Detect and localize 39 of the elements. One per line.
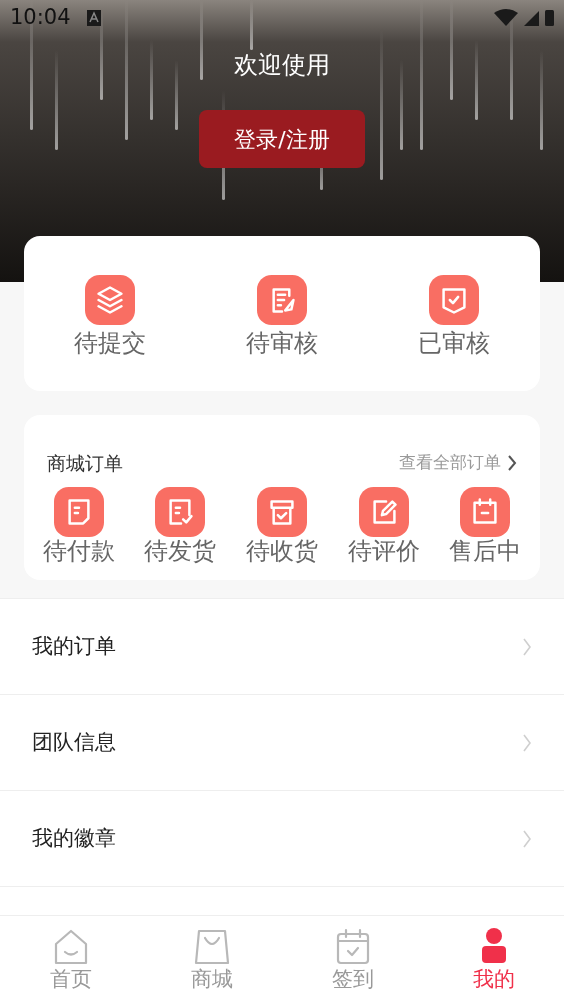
order-status-label[interactable]: 待发货 (144, 536, 217, 566)
menu-row[interactable]: 我的订单 (0, 598, 564, 694)
layers-icon[interactable] (85, 274, 135, 325)
view-all-link[interactable]: 查看全部订单 (399, 450, 501, 476)
status-label[interactable]: 已审核 (418, 326, 490, 359)
wifi-icon (494, 9, 518, 27)
order-status-label[interactable]: 售后中 (449, 536, 522, 566)
signal-icon (524, 10, 539, 26)
edit-icon[interactable] (358, 487, 409, 537)
login-button[interactable]: 登录/注册 (199, 110, 365, 168)
menu-label: 我的订单 (32, 632, 116, 660)
order-status-label[interactable]: 待付款 (42, 536, 115, 566)
status-label[interactable]: 待审核 (246, 326, 318, 359)
home-icon[interactable] (52, 928, 89, 965)
bag-icon[interactable] (193, 928, 230, 965)
order-status-label[interactable]: 待评价 (347, 536, 420, 566)
section-title: 商城订单 (47, 450, 123, 476)
calendar-icon[interactable] (334, 928, 371, 965)
menu-row[interactable]: 团队信息 (0, 694, 564, 790)
chevron-right-icon[interactable] (507, 454, 517, 472)
tab-label[interactable]: 我的 (472, 965, 515, 993)
battery-icon (545, 10, 554, 26)
order-status-label[interactable]: 待收货 (246, 536, 318, 566)
status-label[interactable]: 待提交 (74, 326, 146, 359)
chevron-right-icon (522, 828, 532, 849)
status-time: 10:04 (10, 4, 71, 32)
box-check-icon[interactable] (257, 487, 307, 537)
welcome-title: 欢迎使用 (234, 50, 330, 81)
menu-label: 团队信息 (32, 728, 116, 756)
shield-check-icon[interactable] (429, 274, 479, 325)
chevron-right-icon (522, 636, 532, 657)
calendar-icon[interactable] (460, 487, 511, 537)
tab-label[interactable]: 商城 (190, 965, 233, 993)
note-icon[interactable] (53, 487, 104, 537)
menu-row[interactable]: 我的徽章 (0, 790, 564, 886)
chevron-right-icon (522, 732, 532, 753)
document-pen-icon[interactable] (257, 274, 307, 325)
note-check-icon[interactable] (155, 487, 206, 537)
menu-label: 我的徽章 (32, 824, 116, 852)
